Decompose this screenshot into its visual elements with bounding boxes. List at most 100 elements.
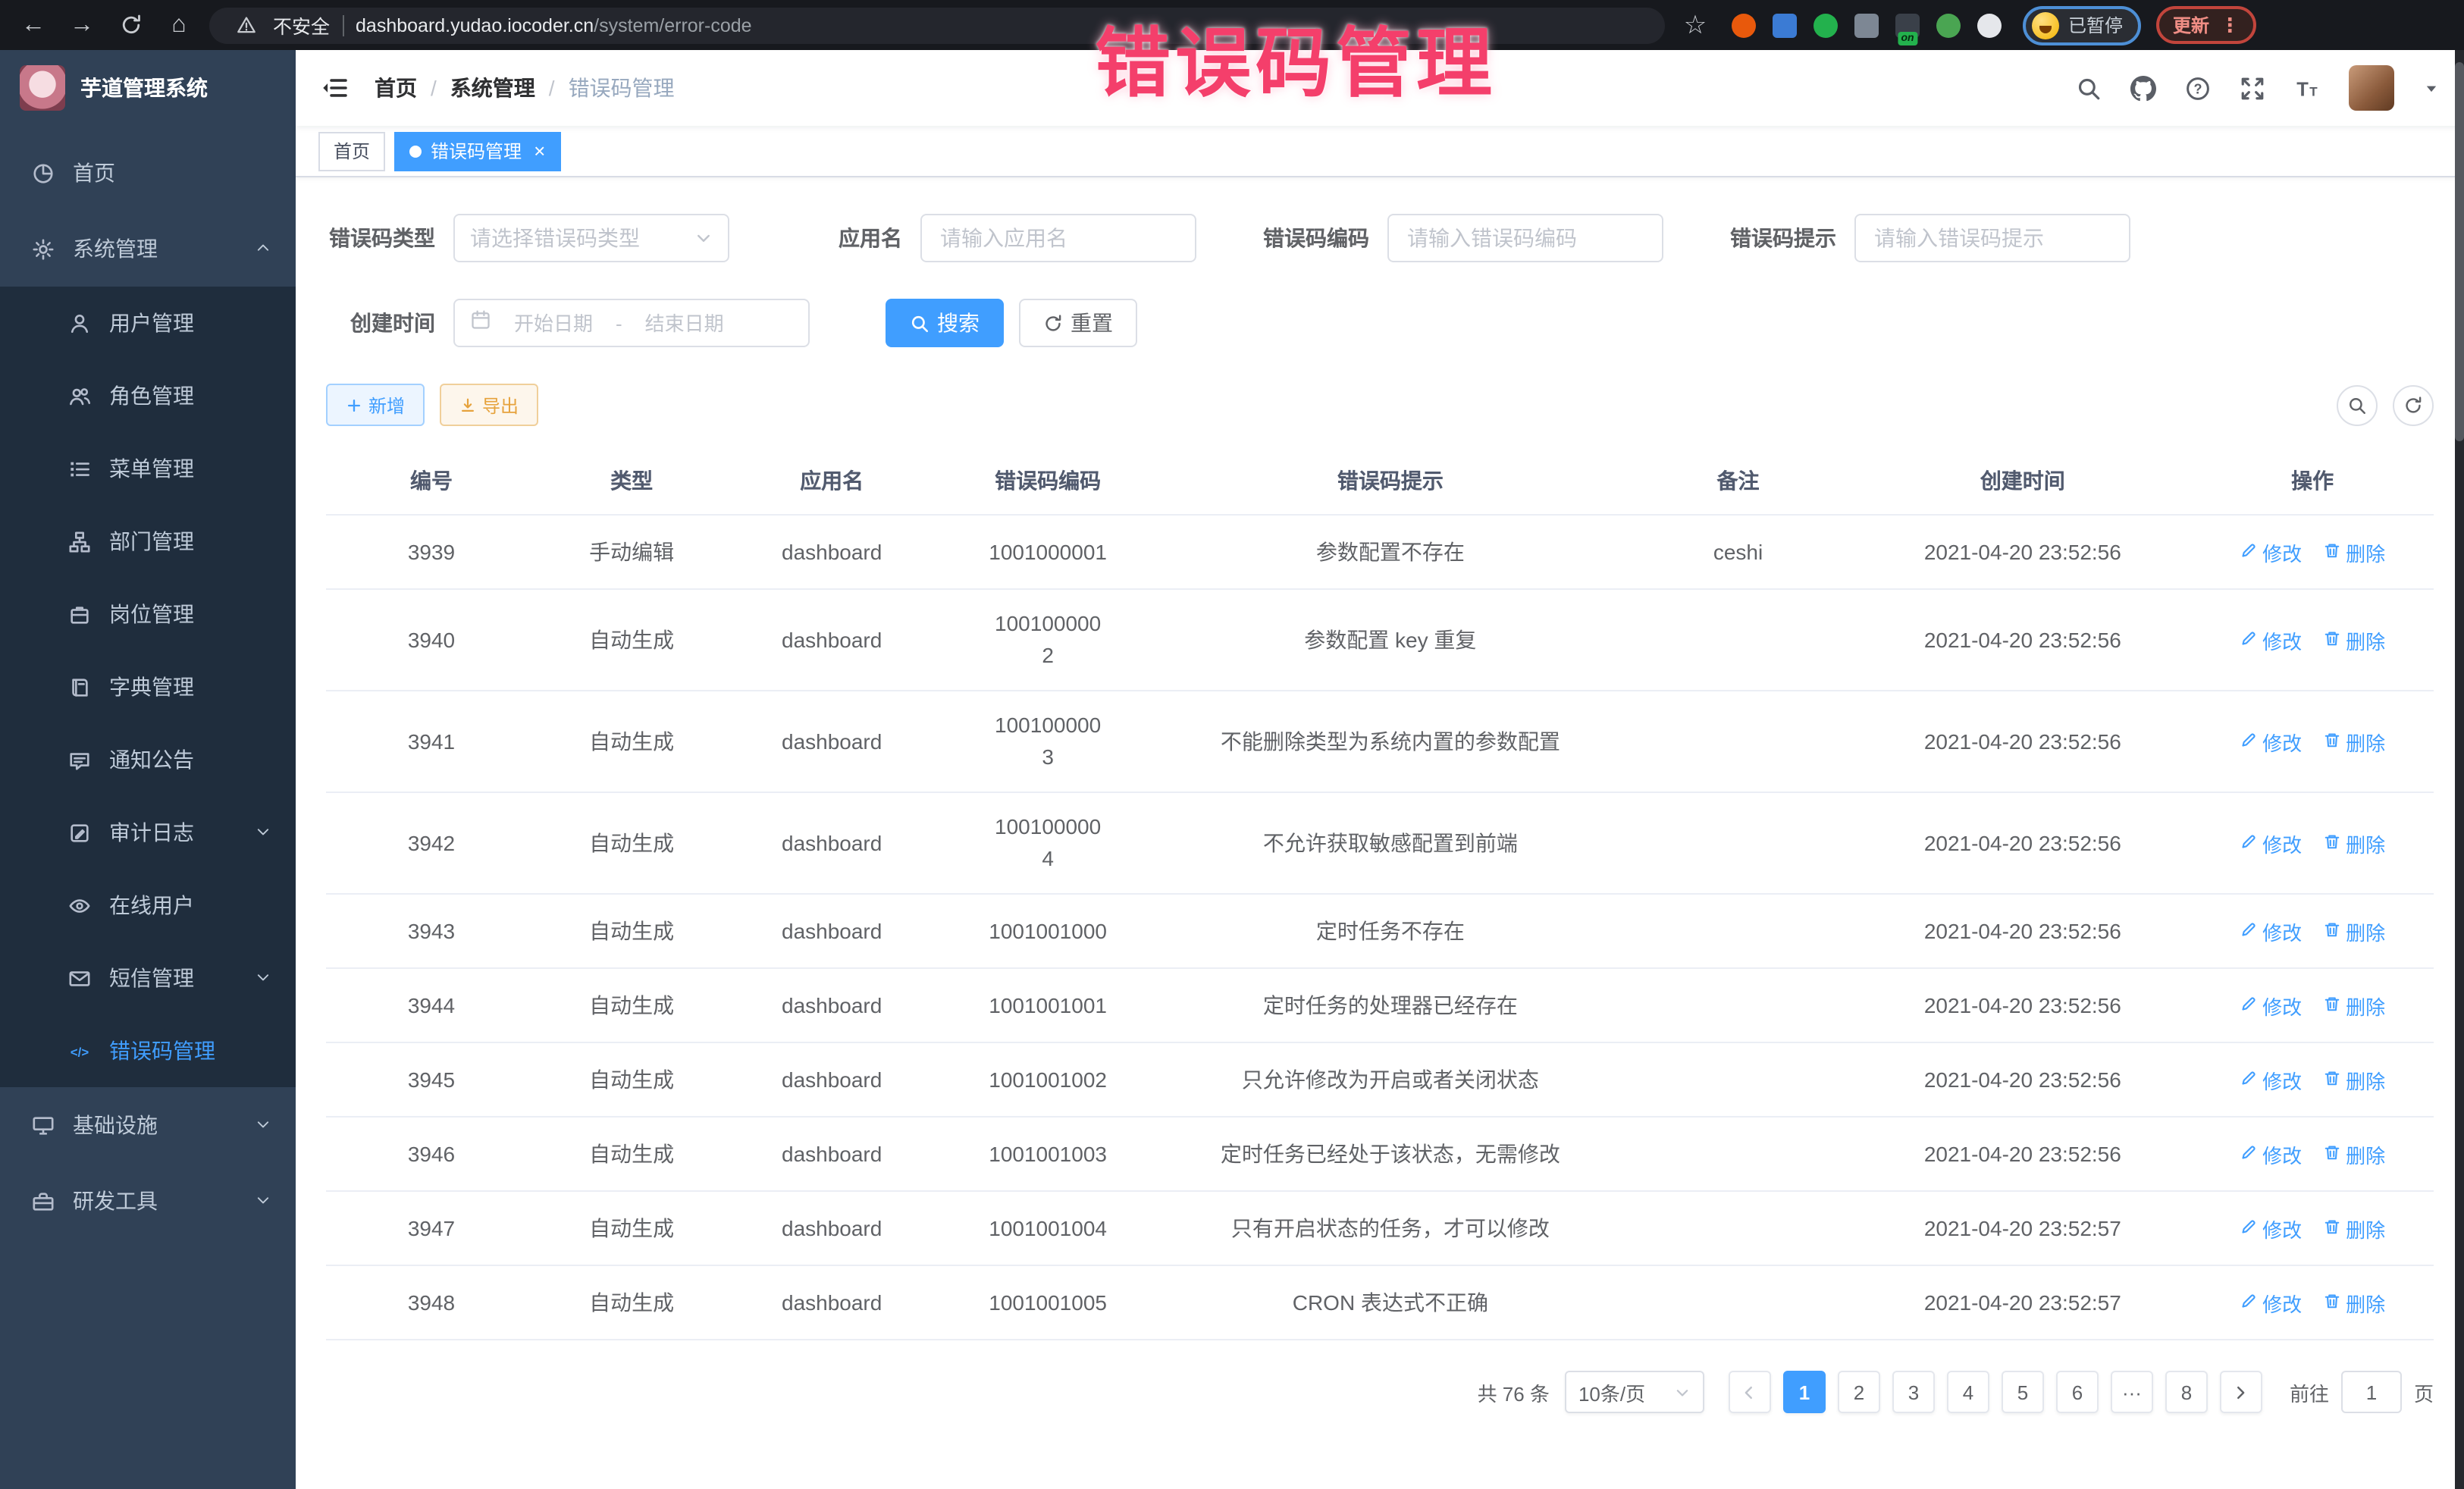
tag-0[interactable]: 首页 — [318, 131, 385, 171]
export-button[interactable]: 导出 — [440, 384, 538, 426]
edit-button[interactable]: 修改 — [2240, 991, 2302, 1020]
puzzle-extension-icon[interactable] — [1977, 13, 2002, 37]
bookmark-star-icon[interactable]: ☆ — [1680, 10, 1710, 40]
security-label[interactable]: 不安全 — [273, 11, 330, 39]
add-button[interactable]: 新增 — [326, 384, 425, 426]
page-size-select[interactable]: 10条/页 — [1565, 1371, 1704, 1413]
sidebar-item-menu[interactable]: 菜单管理 — [0, 432, 296, 505]
breadcrumb-item[interactable]: 系统管理 — [450, 73, 535, 103]
sidebar-item-notice[interactable]: 通知公告 — [0, 723, 296, 796]
sidebar-toggle-icon[interactable] — [320, 73, 350, 103]
app-logo-row[interactable]: 芋道管理系统 — [0, 50, 296, 126]
pager-page-3[interactable]: 3 — [1892, 1371, 1935, 1413]
sidebar-item-home[interactable]: 首页 — [0, 135, 296, 211]
breadcrumb-item[interactable]: 首页 — [375, 73, 417, 103]
app-name-input[interactable] — [920, 214, 1196, 262]
scrollbar-thumb[interactable] — [2455, 62, 2464, 441]
delete-button[interactable]: 删除 — [2323, 1214, 2385, 1243]
sidebar-item-sms[interactable]: 短信管理 — [0, 942, 296, 1014]
delete-button[interactable]: 删除 — [2323, 829, 2385, 857]
profile-paused-pill[interactable]: 已暂停 — [2023, 5, 2141, 45]
pager-page-8[interactable]: 8 — [2165, 1371, 2208, 1413]
blue-gem-extension-icon[interactable] — [1773, 13, 1797, 37]
grid-extension-icon[interactable] — [1854, 13, 1879, 37]
error-code-input[interactable] — [1387, 214, 1663, 262]
pager-page-1[interactable]: 1 — [1783, 1371, 1826, 1413]
page-buttons: 123456 ··· 8 — [1777, 1371, 2214, 1413]
sidebar-item-user[interactable]: 用户管理 — [0, 287, 296, 359]
search-button[interactable]: 搜索 — [886, 299, 1004, 347]
delete-button[interactable]: 删除 — [2323, 1288, 2385, 1317]
edit-button[interactable]: 修改 — [2240, 538, 2302, 566]
search-icon[interactable] — [2076, 75, 2102, 101]
pager-page-2[interactable]: 2 — [1838, 1371, 1880, 1413]
edit-button[interactable]: 修改 — [2240, 625, 2302, 654]
browser-back-icon[interactable]: ← — [18, 10, 49, 40]
delete-button[interactable]: 删除 — [2323, 1139, 2385, 1168]
sidebar-item-dept[interactable]: 部门管理 — [0, 505, 296, 578]
green-circle-extension-icon[interactable] — [1814, 13, 1838, 37]
font-size-icon[interactable]: TT — [2294, 75, 2320, 101]
pager-page-6[interactable]: 6 — [2056, 1371, 2099, 1413]
cell-msg: 参数配置 key 重复 — [1158, 589, 1622, 691]
delete-button[interactable]: 删除 — [2323, 917, 2385, 945]
toggle-search-button[interactable] — [2337, 384, 2378, 425]
tag-close-icon[interactable]: × — [534, 141, 545, 161]
edit-button[interactable]: 修改 — [2240, 829, 2302, 857]
refresh-table-button[interactable] — [2393, 384, 2434, 425]
start-date-input[interactable] — [497, 312, 610, 334]
browser-update-button[interactable]: 更新 ⋮ — [2156, 6, 2256, 44]
sidebar-item-online-user[interactable]: 在线用户 — [0, 869, 296, 942]
sidebar-item-role[interactable]: 角色管理 — [0, 359, 296, 432]
error-type-select[interactable]: 请选择错误码类型 — [453, 214, 729, 262]
delete-button[interactable]: 删除 — [2323, 727, 2385, 756]
end-date-input[interactable] — [629, 312, 741, 334]
fullscreen-icon[interactable] — [2240, 75, 2265, 101]
create-time-range-picker[interactable]: - — [453, 299, 810, 347]
sidebar-item-post[interactable]: 岗位管理 — [0, 578, 296, 650]
delete-button[interactable]: 删除 — [2323, 1065, 2385, 1094]
edit-button[interactable]: 修改 — [2240, 1065, 2302, 1094]
pager-page-4[interactable]: 4 — [1947, 1371, 1989, 1413]
edit-button[interactable]: 修改 — [2240, 727, 2302, 756]
cell-type: 自动生成 — [537, 691, 726, 792]
edit-button[interactable]: 修改 — [2240, 917, 2302, 945]
filter-group-code: 错误码编码 — [1260, 214, 1663, 262]
edit-button[interactable]: 修改 — [2240, 1288, 2302, 1317]
sidebar-item-infra[interactable]: 基础设施 — [0, 1087, 296, 1163]
green-key-extension-icon[interactable] — [1936, 13, 1961, 37]
user-avatar[interactable] — [2349, 65, 2394, 111]
delete-button[interactable]: 删除 — [2323, 991, 2385, 1020]
sidebar-item-system[interactable]: 系统管理 — [0, 211, 296, 287]
pager-page-5[interactable]: 5 — [2002, 1371, 2044, 1413]
reset-button[interactable]: 重置 — [1019, 299, 1137, 347]
sidebar-item-dev-tools[interactable]: 研发工具 — [0, 1163, 296, 1239]
edit-button[interactable]: 修改 — [2240, 1214, 2302, 1243]
cell-actions: 修改删除 — [2191, 1265, 2434, 1340]
sidebar-item-dict[interactable]: 字典管理 — [0, 650, 296, 723]
sidebar-item-audit-log[interactable]: 审计日志 — [0, 796, 296, 869]
edit-button[interactable]: 修改 — [2240, 1139, 2302, 1168]
cell-msg: 只有开启状态的任务，才可以修改 — [1158, 1191, 1622, 1265]
sidebar-item-error-code[interactable]: </>错误码管理 — [0, 1014, 296, 1087]
trash-icon — [2323, 920, 2341, 942]
browser-menu-icon[interactable]: ⋮ — [2220, 13, 2240, 37]
next-page-button[interactable] — [2220, 1371, 2262, 1413]
error-msg-input[interactable] — [1854, 214, 2130, 262]
prev-page-button[interactable] — [1729, 1371, 1771, 1413]
browser-reload-icon[interactable] — [115, 10, 146, 40]
chevron-down-icon[interactable] — [2423, 80, 2440, 96]
browser-home-icon[interactable]: ⌂ — [164, 10, 194, 40]
github-icon[interactable] — [2130, 75, 2156, 101]
delete-button[interactable]: 删除 — [2323, 538, 2385, 566]
help-icon[interactable]: ? — [2185, 75, 2211, 101]
delete-button[interactable]: 删除 — [2323, 625, 2385, 654]
switch-extension-icon[interactable]: on — [1895, 13, 1920, 37]
pager-ellipsis[interactable]: ··· — [2111, 1371, 2153, 1413]
browser-scrollbar[interactable] — [2455, 50, 2464, 1489]
goto-page-input[interactable] — [2341, 1371, 2402, 1413]
orange-extension-icon[interactable] — [1732, 13, 1756, 37]
browser-forward-icon[interactable]: → — [67, 10, 97, 40]
cell-remark: ceshi — [1622, 515, 1854, 589]
tag-active[interactable]: 错误码管理× — [394, 131, 560, 171]
